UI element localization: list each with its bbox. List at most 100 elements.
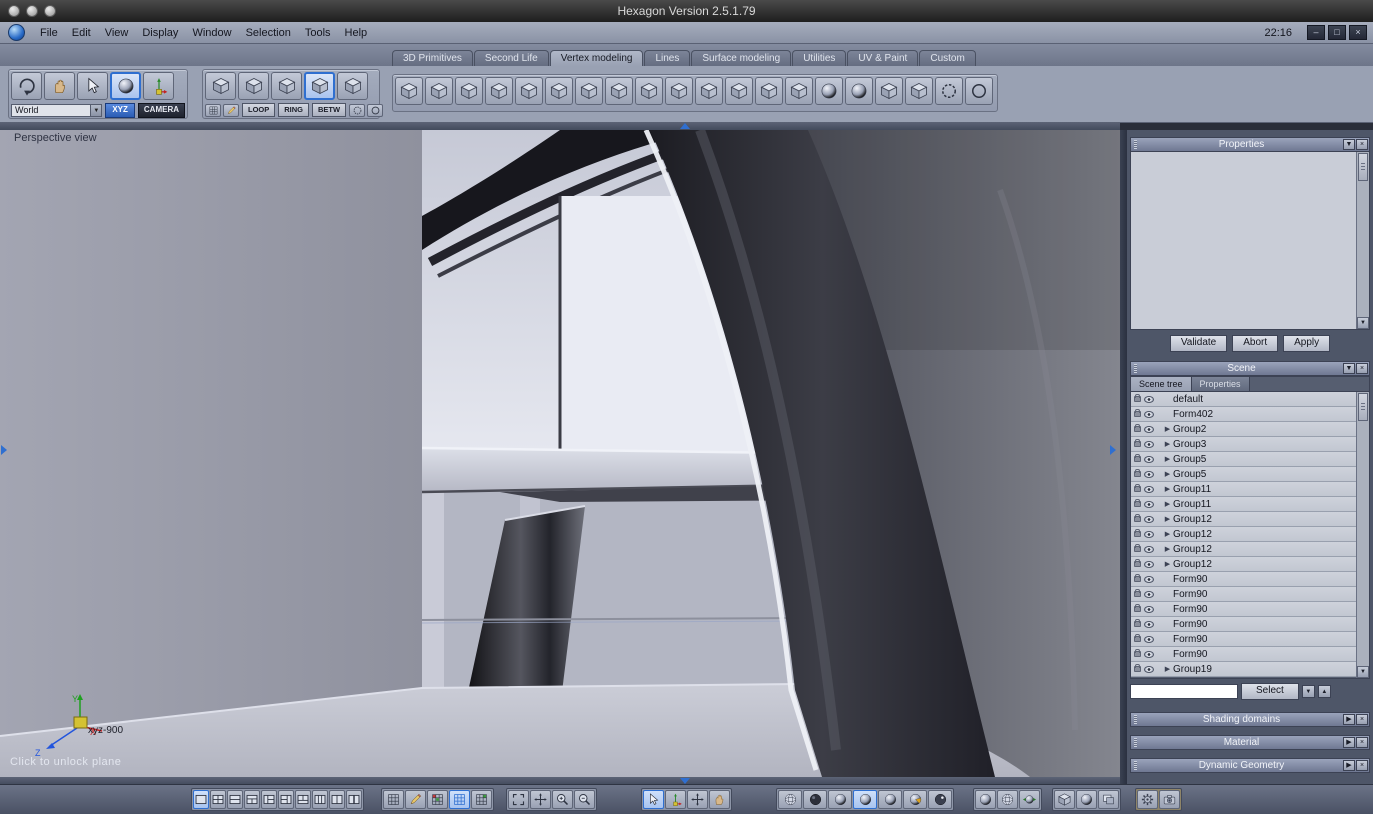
target-weld-tool-icon[interactable] (665, 77, 693, 105)
tunnel-tool-icon[interactable] (725, 77, 753, 105)
lock-icon[interactable] (1134, 469, 1141, 477)
decimate-tool-icon[interactable] (815, 77, 843, 105)
panel-expand-icon[interactable]: ▶ (1343, 714, 1355, 725)
layout-single-icon[interactable] (193, 790, 209, 809)
lock-icon[interactable] (1134, 394, 1141, 402)
viewport-3d-scene[interactable] (0, 130, 1120, 777)
menu-item[interactable]: Selection (239, 27, 298, 39)
scene-close-icon[interactable]: × (1356, 363, 1368, 374)
eye-icon[interactable] (1144, 605, 1154, 613)
properties-scrollbar-thumb[interactable] (1358, 153, 1368, 181)
eye-icon[interactable] (1144, 635, 1154, 643)
fit-view-icon[interactable] (508, 790, 529, 809)
copy-tool-icon[interactable] (455, 77, 483, 105)
scene-tree-row[interactable]: ▶ Form402 (1131, 407, 1356, 422)
scene-filter-input[interactable] (1130, 683, 1238, 699)
right-panel-collapse-icon[interactable] (1110, 445, 1116, 455)
expand-arrow-icon[interactable]: ▶ (1163, 515, 1172, 523)
expand-up-icon[interactable] (680, 123, 690, 129)
eye-icon[interactable] (1144, 425, 1154, 433)
scene-tree-row[interactable]: ▶ Group2 (1131, 422, 1356, 437)
scene-tree-row[interactable]: ▶ default (1131, 392, 1356, 407)
average-weld-tool-icon[interactable] (635, 77, 663, 105)
dynamic-subdivision-icon[interactable] (1019, 790, 1040, 809)
properties-scrollbar[interactable]: ▼ (1356, 152, 1369, 329)
lock-icon[interactable] (1134, 499, 1141, 507)
grid-display-icon[interactable] (383, 790, 404, 809)
lock-icon[interactable] (1134, 409, 1141, 417)
expand-arrow-icon[interactable]: ▶ (1163, 470, 1172, 478)
eye-icon[interactable] (1144, 530, 1154, 538)
eye-icon[interactable] (1144, 485, 1154, 493)
expand-arrow-icon[interactable]: ▶ (1163, 530, 1172, 538)
properties-scroll-down-button[interactable]: ▼ (1357, 317, 1369, 329)
eye-icon[interactable] (1144, 395, 1154, 403)
center-selection-icon[interactable] (530, 790, 551, 809)
triangulate-tool-icon[interactable] (845, 77, 873, 105)
left-panel-collapse-icon[interactable] (1, 445, 7, 455)
lock-icon[interactable] (1134, 454, 1141, 462)
textured-shading-icon[interactable] (878, 790, 902, 809)
quadrangulate-tool-icon[interactable] (875, 77, 903, 105)
sphere-view-icon[interactable] (110, 72, 141, 100)
sweep-surface-tool-icon[interactable] (575, 77, 603, 105)
lock-icon[interactable] (1134, 514, 1141, 522)
select-objects-icon[interactable] (304, 72, 335, 100)
eye-icon[interactable] (1144, 650, 1154, 658)
layout-three-columns-icon[interactable] (312, 790, 328, 809)
between-select-button[interactable]: BETW (312, 103, 347, 117)
layout-four-views-icon[interactable] (210, 790, 226, 809)
scene-tree-row[interactable]: ▶ Form90 (1131, 602, 1356, 617)
title-bar[interactable]: Hexagon Version 2.5.1.79 (0, 0, 1373, 22)
scene-tree-row[interactable]: ▶ Group19 (1131, 662, 1356, 677)
zoom-out-icon[interactable] (574, 790, 595, 809)
tab-second-life[interactable]: Second Life (473, 50, 549, 66)
maximize-button[interactable]: □ (1328, 25, 1346, 40)
pan-camera-icon[interactable] (44, 72, 75, 100)
panel-close-icon[interactable]: × (1356, 714, 1368, 725)
tab-custom[interactable]: Custom (919, 50, 976, 66)
expand-arrow-icon[interactable]: ▶ (1163, 500, 1172, 508)
ring-select-button[interactable]: RING (278, 103, 310, 117)
close-surface-tool-icon[interactable] (755, 77, 783, 105)
loop-select-button[interactable]: LOOP (242, 103, 276, 117)
shading-domains[interactable]: Shading domains ▶ × (1130, 712, 1370, 727)
eye-icon[interactable] (1144, 500, 1154, 508)
tab-lines[interactable]: Lines (644, 50, 691, 66)
close-window-button[interactable] (8, 5, 20, 17)
xyz-mode-button[interactable]: XYZ (105, 102, 135, 118)
scene-tree-row[interactable]: ▶ Group11 (1131, 497, 1356, 512)
scene-tree-row[interactable]: ▶ Group12 (1131, 542, 1356, 557)
snap-lines-icon[interactable] (449, 790, 470, 809)
scene-tree-row[interactable]: ▶ Form90 (1131, 647, 1356, 662)
stretch-tool-icon[interactable] (425, 77, 453, 105)
tab-vertex-modeling[interactable]: Vertex modeling (549, 50, 644, 66)
rotate-manipulator-icon[interactable] (665, 790, 686, 809)
area-select-icon[interactable] (205, 103, 221, 117)
smoothed-preview-icon[interactable] (997, 790, 1018, 809)
tab-3d-primitives[interactable]: 3D Primitives (392, 50, 473, 66)
eye-icon[interactable] (1144, 470, 1154, 478)
lock-icon[interactable] (1134, 529, 1141, 537)
axis-display-icon[interactable] (405, 790, 426, 809)
hand-tool-icon[interactable] (709, 790, 730, 809)
lock-icon[interactable] (1134, 544, 1141, 552)
scene-tree-row[interactable]: ▶ Group12 (1131, 527, 1356, 542)
top-splitter[interactable] (0, 122, 1120, 130)
move-manipulator-icon[interactable] (687, 790, 708, 809)
extract-around-tool-icon[interactable] (485, 77, 513, 105)
scene-tree-scrollbar[interactable]: ▼ (1356, 392, 1369, 678)
eye-icon[interactable] (1144, 545, 1154, 553)
smoothing-tool-icon[interactable] (395, 77, 423, 105)
symmetry-tool-icon[interactable] (935, 77, 963, 105)
lock-icon[interactable] (1134, 619, 1141, 627)
scene-tree-row[interactable]: ▶ Form90 (1131, 572, 1356, 587)
select-multi-icon[interactable] (337, 72, 368, 100)
expand-arrow-icon[interactable]: ▶ (1163, 425, 1172, 433)
properties-panel-header[interactable]: Properties ▼ × (1130, 137, 1370, 152)
scene-tree-row[interactable]: ▶ Group11 (1131, 482, 1356, 497)
properties-close-icon[interactable]: × (1356, 139, 1368, 150)
render-camera-icon[interactable] (1159, 790, 1180, 809)
menu-item[interactable]: View (98, 27, 136, 39)
orbit-camera-icon[interactable] (11, 72, 42, 100)
